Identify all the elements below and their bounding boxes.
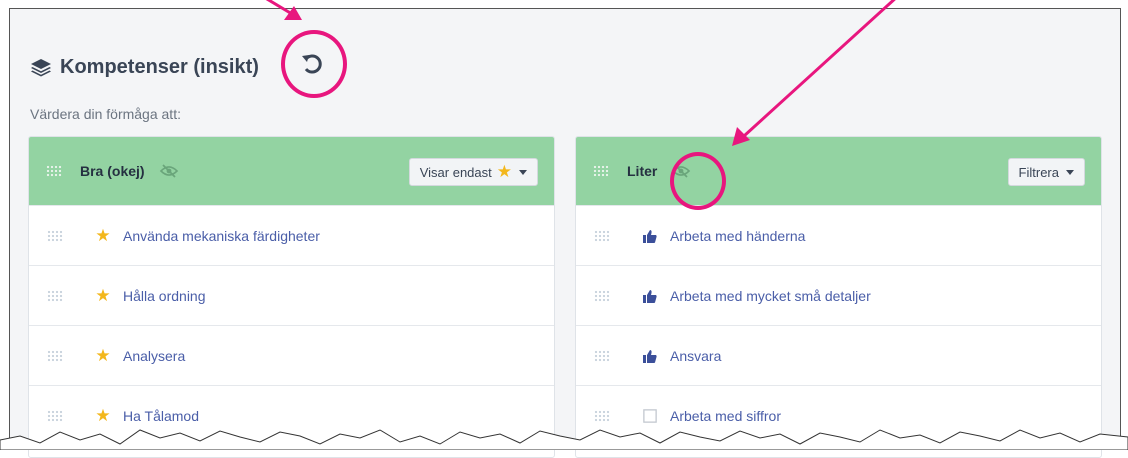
drag-handle-icon[interactable]: [47, 349, 63, 362]
list-item-label[interactable]: Använda mekaniska färdigheter: [123, 228, 320, 244]
drag-handle-icon[interactable]: [46, 165, 62, 177]
panel-header: Bra (okej) Visar endast ★: [29, 137, 554, 205]
panel-bra-okej: Bra (okej) Visar endast ★ ★ Använda meka…: [28, 136, 555, 458]
page-title-text: Kompetenser (insikt): [60, 55, 259, 78]
checkbox-icon[interactable]: [642, 408, 658, 424]
star-icon: ★: [95, 225, 111, 245]
list-item-label[interactable]: Arbeta med siffror: [670, 408, 781, 424]
page-subtitle: Värdera din förmåga att:: [30, 106, 181, 122]
list-item[interactable]: Arbeta med siffror: [576, 385, 1101, 445]
drag-handle-icon[interactable]: [594, 349, 610, 362]
list-item-label[interactable]: Arbeta med händerna: [670, 228, 805, 244]
list-item-label[interactable]: Ansvara: [670, 348, 721, 364]
list-item[interactable]: ★ Ha Tålamod: [29, 385, 554, 445]
chevron-down-icon: [519, 169, 527, 175]
list-item[interactable]: ★ Använda mekaniska färdigheter: [29, 205, 554, 265]
filter-dropdown-label: Filtrera: [1018, 164, 1059, 180]
drag-handle-icon[interactable]: [594, 289, 610, 302]
drag-handle-icon[interactable]: [594, 409, 610, 422]
list-item[interactable]: ★ Analysera: [29, 325, 554, 385]
chevron-down-icon: [1066, 169, 1074, 175]
star-icon: ★: [95, 405, 111, 425]
eye-slash-icon[interactable]: [671, 164, 691, 178]
star-icon: ★: [95, 345, 111, 365]
list-item-label[interactable]: Arbeta med mycket små detaljer: [670, 288, 871, 304]
panel-header: Liter Filtrera: [576, 137, 1101, 205]
panel-liter: Liter Filtrera Arbeta med händerna Arbet…: [575, 136, 1102, 458]
star-icon: ★: [95, 285, 111, 305]
list-item[interactable]: Ansvara: [576, 325, 1101, 385]
undo-icon[interactable]: [300, 50, 326, 78]
list-item[interactable]: Arbeta med händerna: [576, 205, 1101, 265]
list-item-label[interactable]: Analysera: [123, 348, 185, 364]
drag-handle-icon[interactable]: [47, 409, 63, 422]
list-item[interactable]: ★ Hålla ordning: [29, 265, 554, 325]
filter-dropdown[interactable]: Filtrera: [1007, 158, 1085, 186]
list-item[interactable]: Arbeta med mycket små detaljer: [576, 265, 1101, 325]
thumbs-up-icon: [642, 288, 658, 304]
panel-title: Liter: [627, 163, 658, 179]
thumbs-up-icon: [642, 348, 658, 364]
drag-handle-icon[interactable]: [593, 165, 609, 177]
drag-handle-icon[interactable]: [47, 289, 63, 302]
filter-dropdown[interactable]: Visar endast ★: [408, 158, 538, 186]
filter-dropdown-label: Visar endast: [419, 164, 492, 180]
drag-handle-icon[interactable]: [594, 229, 610, 242]
list-item-label[interactable]: Hålla ordning: [123, 288, 206, 304]
eye-slash-icon[interactable]: [159, 164, 179, 178]
star-icon: ★: [496, 162, 512, 181]
panel-title: Bra (okej): [80, 163, 145, 179]
list-item-label[interactable]: Ha Tålamod: [123, 408, 199, 424]
thumbs-up-icon: [642, 228, 658, 244]
page-title: Kompetenser (insikt): [30, 52, 259, 82]
drag-handle-icon[interactable]: [47, 229, 63, 242]
layers-icon: [31, 59, 51, 77]
